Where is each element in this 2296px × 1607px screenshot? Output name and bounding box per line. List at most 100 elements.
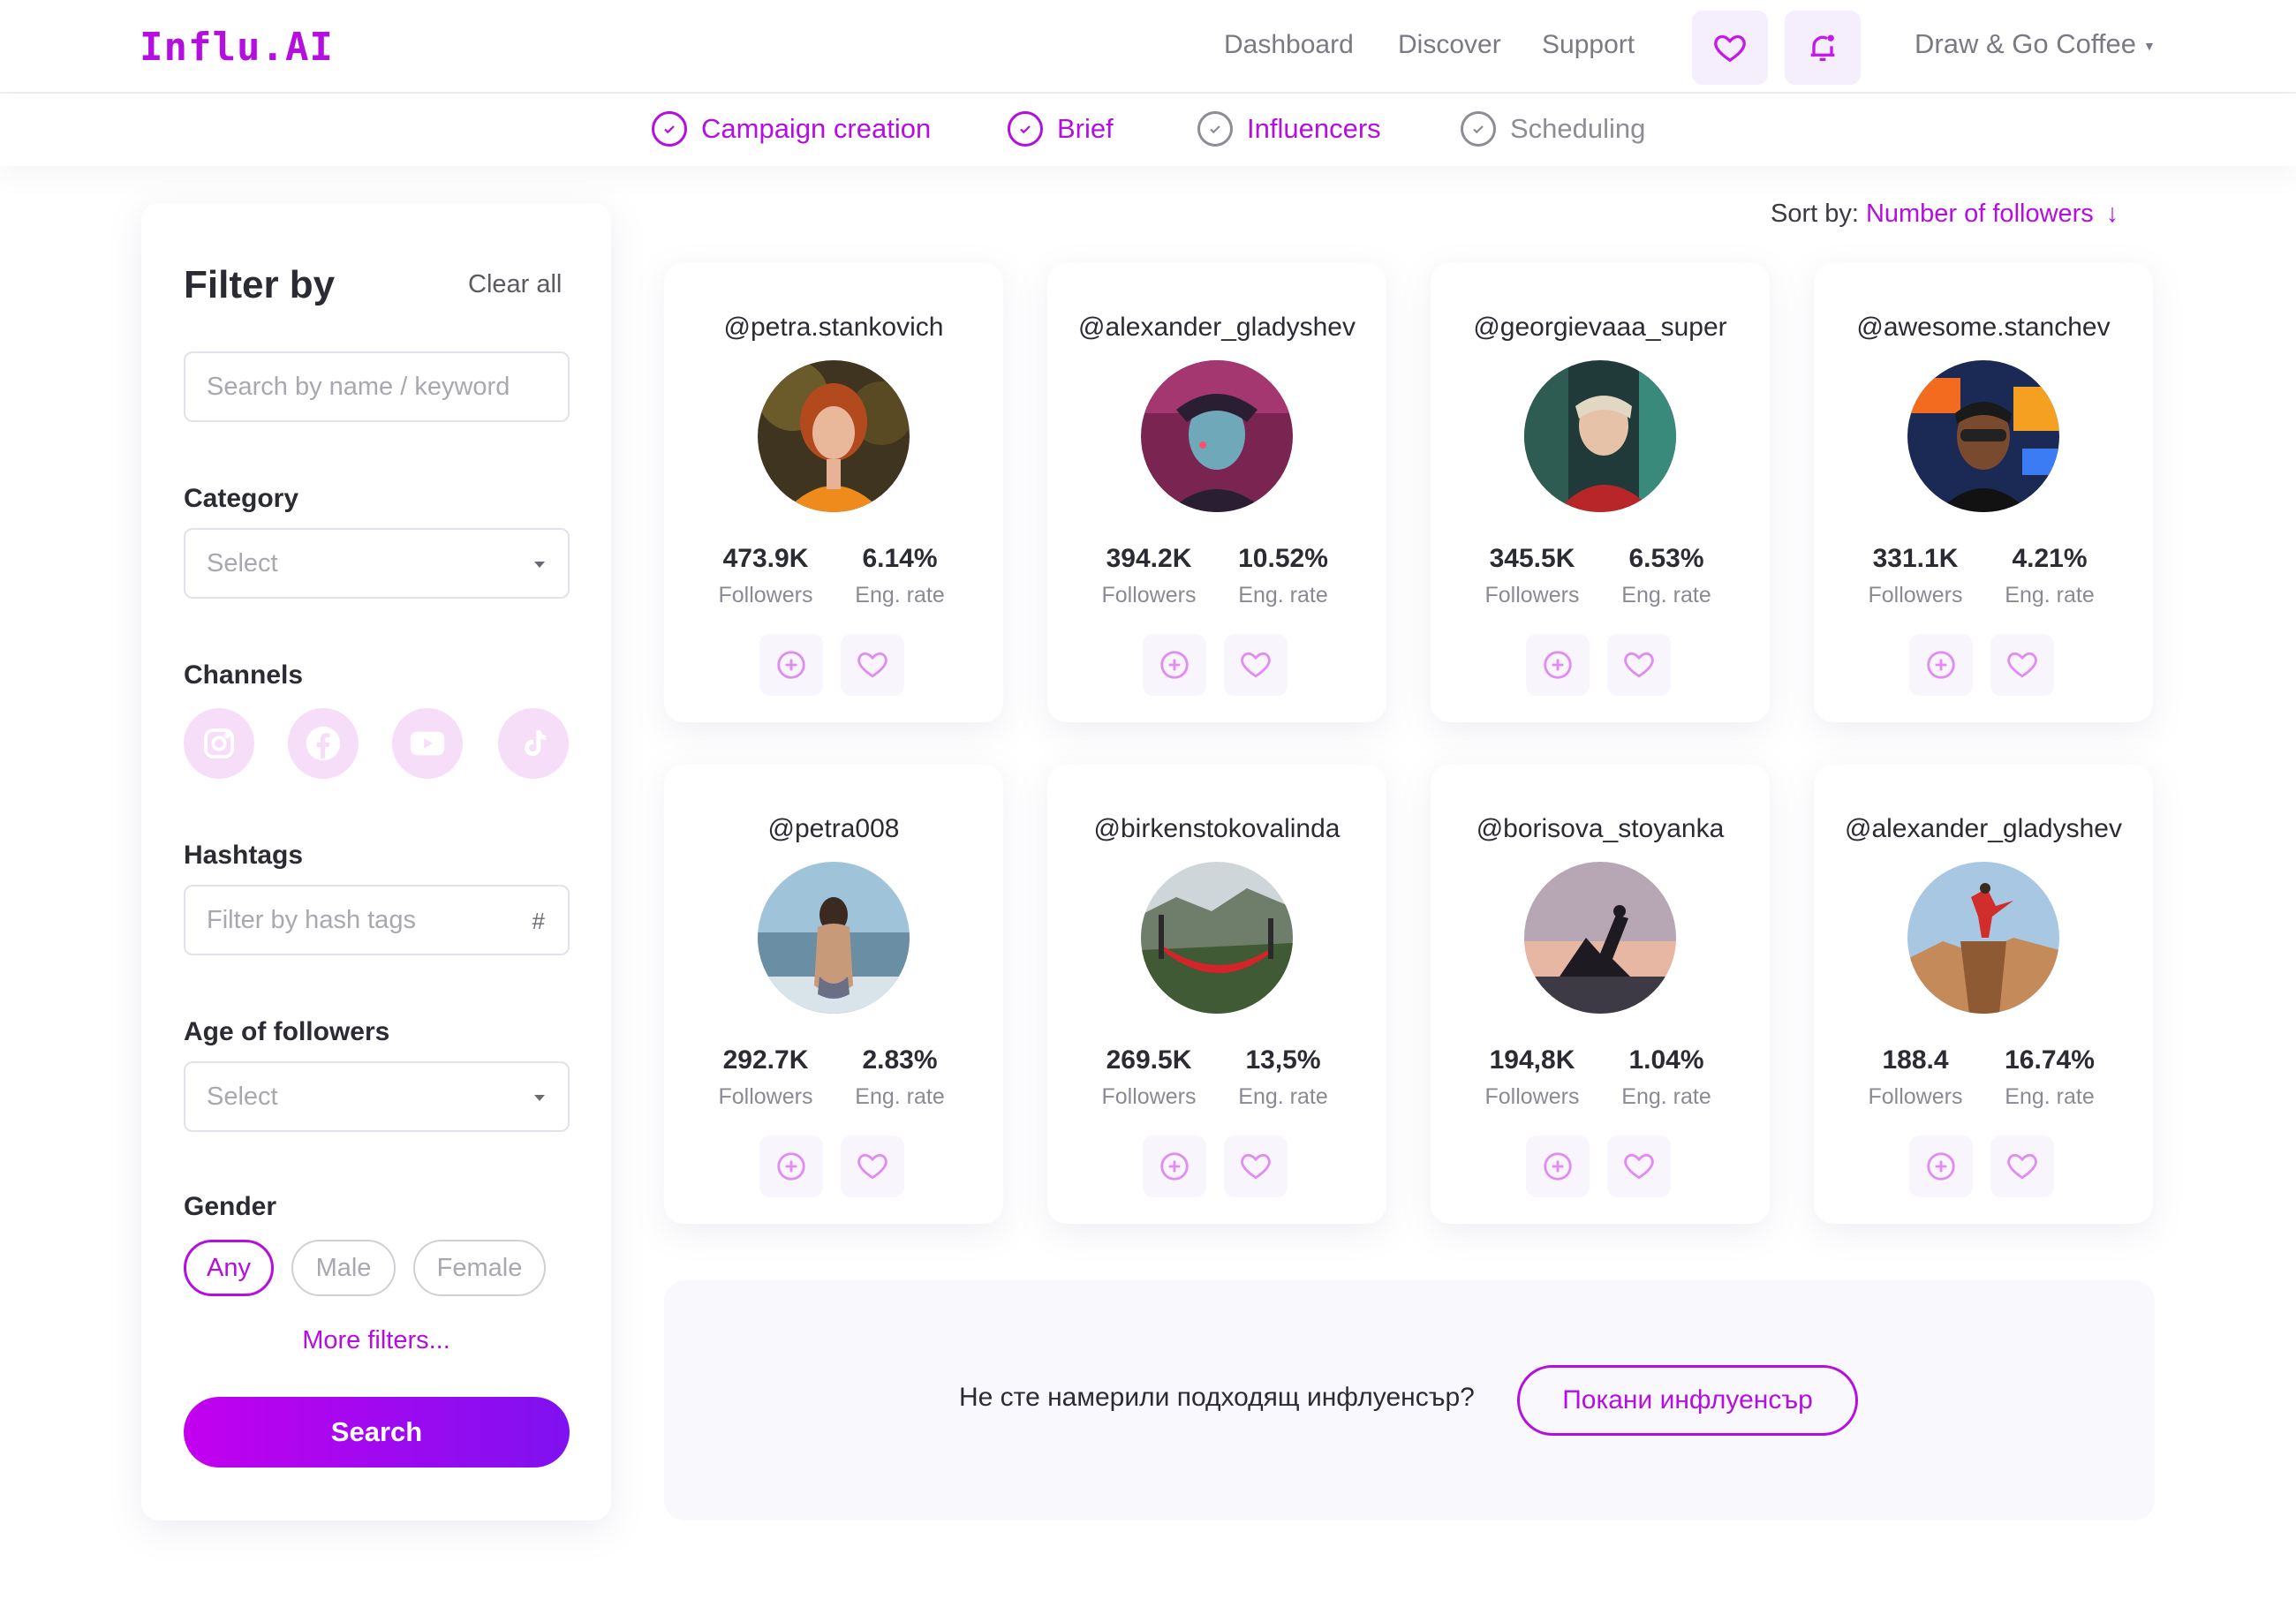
- heart-icon: [2007, 1153, 2037, 1180]
- add-influencer-button[interactable]: [1526, 1135, 1590, 1197]
- influencer-card[interactable]: @petra008 292.7K Followers 2.83% Eng. ra…: [664, 765, 1003, 1224]
- tiktok-icon: [525, 730, 547, 757]
- campaign-steps: Campaign creation Brief Influencers Sche…: [0, 95, 2296, 166]
- favorite-influencer-button[interactable]: [1990, 634, 2054, 696]
- followers-count: 331.1K: [1872, 544, 1959, 573]
- followers-stat: 194,8K Followers: [1466, 1045, 1598, 1110]
- channel-youtube[interactable]: [392, 708, 463, 779]
- invite-influencer-button[interactable]: Покани инфлуенсър: [1517, 1365, 1858, 1436]
- age-value: Select: [207, 1083, 278, 1111]
- hashtags-placeholder: Filter by hash tags: [207, 906, 416, 934]
- engagement-label: Eng. rate: [1238, 1084, 1328, 1109]
- gender-female[interactable]: Female: [413, 1240, 546, 1296]
- step-label: Influencers: [1247, 113, 1381, 144]
- engagement-stat: 13,5% Eng. rate: [1217, 1045, 1349, 1110]
- favorite-influencer-button[interactable]: [1607, 634, 1671, 696]
- influencer-handle: @georgievaaa_super: [1473, 313, 1727, 342]
- heart-icon: [857, 1153, 887, 1180]
- heart-icon: [1241, 1153, 1271, 1180]
- add-influencer-button[interactable]: [1143, 1135, 1206, 1197]
- sort-control[interactable]: Sort by: Number of followers ↓: [1771, 200, 2119, 229]
- followers-stat: 331.1K Followers: [1849, 544, 1982, 608]
- favorite-influencer-button[interactable]: [1990, 1135, 2054, 1197]
- influencer-card[interactable]: @borisova_stoyanka 194,8K Followers 1.04…: [1431, 765, 1770, 1224]
- category-select[interactable]: Select: [184, 528, 570, 599]
- add-influencer-button[interactable]: [759, 634, 823, 696]
- check-circle-icon: [1461, 111, 1496, 147]
- heart-icon: [1624, 1153, 1654, 1180]
- search-input[interactable]: Search by name / keyword: [184, 351, 570, 422]
- avatar: [1524, 360, 1676, 512]
- add-influencer-button[interactable]: [759, 1135, 823, 1197]
- influencer-card[interactable]: @awesome.stanchev 331.1K Followers 4.21%…: [1814, 263, 2153, 722]
- heart-icon: [857, 652, 887, 678]
- gender-male[interactable]: Male: [291, 1240, 396, 1296]
- notifications-button[interactable]: [1785, 11, 1861, 85]
- app-logo[interactable]: Influ.AI: [140, 25, 334, 70]
- nav-support[interactable]: Support: [1542, 30, 1635, 60]
- engagement-stat: 4.21% Eng. rate: [1983, 544, 2116, 608]
- top-header: Influ.AI Dashboard Discover Support Draw…: [0, 0, 2296, 94]
- followers-count: 269.5K: [1106, 1045, 1192, 1075]
- engagement-label: Eng. rate: [1621, 1084, 1711, 1109]
- instagram-icon: [204, 728, 234, 758]
- add-influencer-button[interactable]: [1909, 634, 1973, 696]
- influencer-card[interactable]: @petra.stankovich 473.9K Followers 6.14%…: [664, 263, 1003, 722]
- account-dropdown[interactable]: Draw & Go Coffee ▼: [1915, 28, 2156, 60]
- favorites-button[interactable]: [1692, 11, 1768, 85]
- channels-label: Channels: [184, 660, 304, 690]
- influencer-card[interactable]: @alexander_gladyshev 188.4 Followers 16.…: [1814, 765, 2153, 1224]
- step-label: Scheduling: [1510, 113, 1646, 144]
- followers-count: 473.9K: [722, 544, 809, 573]
- engagement-label: Eng. rate: [2005, 583, 2095, 607]
- favorite-influencer-button[interactable]: [841, 634, 904, 696]
- favorite-influencer-button[interactable]: [1224, 1135, 1288, 1197]
- influencer-card[interactable]: @alexander_gladyshev 394.2K Followers 10…: [1047, 263, 1386, 722]
- favorite-influencer-button[interactable]: [841, 1135, 904, 1197]
- plus-circle-icon: [1927, 651, 1955, 679]
- engagement-stat: 6.14% Eng. rate: [834, 544, 966, 608]
- hashtags-input[interactable]: Filter by hash tags #: [184, 885, 570, 955]
- avatar: [1524, 862, 1676, 1014]
- gender-label: Gender: [184, 1192, 277, 1221]
- step-label: Campaign creation: [701, 113, 932, 144]
- channel-instagram[interactable]: [184, 708, 254, 779]
- step-campaign-creation[interactable]: Campaign creation: [652, 111, 931, 147]
- favorite-influencer-button[interactable]: [1224, 634, 1288, 696]
- search-button[interactable]: Search: [184, 1397, 570, 1467]
- age-select[interactable]: Select: [184, 1061, 570, 1132]
- clear-all-button[interactable]: Clear all: [468, 270, 562, 299]
- influencer-card[interactable]: @georgievaaa_super 345.5K Followers 6.53…: [1431, 263, 1770, 722]
- followers-stat: 269.5K Followers: [1083, 1045, 1215, 1110]
- add-influencer-button[interactable]: [1909, 1135, 1973, 1197]
- engagement-label: Eng. rate: [855, 583, 945, 607]
- avatar: [758, 360, 910, 512]
- account-name: Draw & Go Coffee: [1915, 28, 2136, 59]
- check-circle-icon: [652, 111, 687, 147]
- followers-stat: 473.9K Followers: [699, 544, 832, 608]
- add-influencer-button[interactable]: [1143, 634, 1206, 696]
- step-brief[interactable]: Brief: [1008, 111, 1114, 147]
- followers-stat: 292.7K Followers: [699, 1045, 832, 1110]
- channel-tiktok[interactable]: [498, 708, 569, 779]
- nav-discover[interactable]: Discover: [1398, 30, 1501, 60]
- invite-prompt: Не сте намерили подходящ инфлуенсър?: [959, 1383, 1475, 1412]
- followers-label: Followers: [1484, 583, 1580, 607]
- avatar: [758, 862, 910, 1014]
- step-influencers[interactable]: Influencers: [1197, 111, 1381, 147]
- nav-dashboard[interactable]: Dashboard: [1224, 30, 1354, 60]
- add-influencer-button[interactable]: [1526, 634, 1590, 696]
- plus-circle-icon: [777, 651, 805, 679]
- followers-count: 194,8K: [1489, 1045, 1575, 1075]
- followers-count: 394.2K: [1106, 544, 1192, 573]
- influencer-handle: @awesome.stanchev: [1856, 313, 2111, 342]
- category-value: Select: [207, 549, 278, 577]
- channel-facebook[interactable]: [288, 708, 359, 779]
- gender-any[interactable]: Any: [184, 1240, 274, 1296]
- step-scheduling[interactable]: Scheduling: [1461, 111, 1645, 147]
- favorite-influencer-button[interactable]: [1607, 1135, 1671, 1197]
- engagement-rate: 13,5%: [1245, 1045, 1321, 1075]
- influencer-card[interactable]: @birkenstokovalinda 269.5K Followers 13,…: [1047, 765, 1386, 1224]
- followers-label: Followers: [718, 1084, 813, 1109]
- more-filters-link[interactable]: More filters...: [141, 1326, 611, 1355]
